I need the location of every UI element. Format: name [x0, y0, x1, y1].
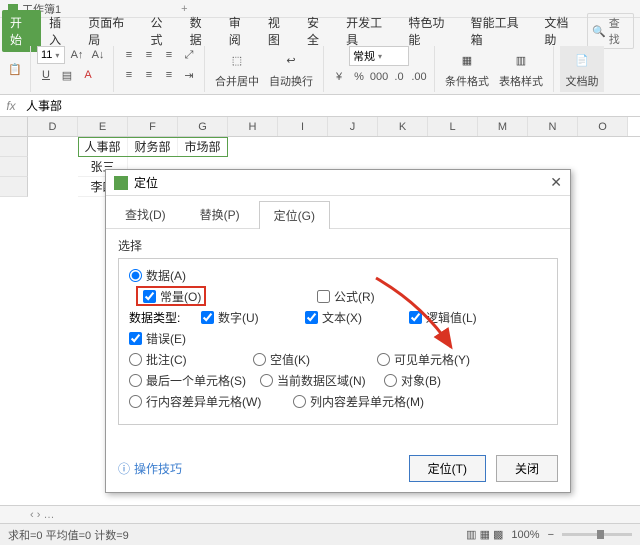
- tips-link[interactable]: ⓘ操作技巧: [118, 460, 182, 477]
- wrap-button[interactable]: ↩自动换行: [265, 46, 317, 92]
- opt-col-diff[interactable]: 列内容差异单元格(M): [293, 393, 443, 410]
- ribbon-tabstrip: 开始 插入 页面布局 公式 数据 审阅 视图 安全 开发工具 特色功能 智能工具…: [0, 18, 640, 44]
- col-header[interactable]: M: [478, 117, 528, 136]
- opt-error[interactable]: 错误(E): [129, 330, 219, 347]
- dialog-footer: ⓘ操作技巧 定位(T) 关闭: [106, 445, 570, 492]
- dialog-tabs: 查找(D) 替换(P) 定位(G): [106, 196, 570, 229]
- opt-row-diff[interactable]: 行内容差异单元格(W): [129, 393, 279, 410]
- align-bot-icon[interactable]: ≡: [160, 46, 178, 64]
- opt-current-region[interactable]: 当前数据区域(N): [260, 372, 370, 389]
- align-top-icon[interactable]: ≡: [120, 46, 138, 64]
- col-header[interactable]: E: [78, 117, 128, 136]
- close-button[interactable]: 关闭: [496, 455, 558, 482]
- ribbon-search[interactable]: 🔍 查找: [587, 13, 634, 49]
- decrease-font-icon[interactable]: A↓: [89, 46, 107, 64]
- search-icon: 🔍: [592, 25, 606, 38]
- cell[interactable]: 人事部: [78, 137, 128, 157]
- merge-button[interactable]: ⬚合并居中: [211, 46, 263, 92]
- currency-icon[interactable]: ¥: [330, 68, 348, 86]
- close-icon[interactable]: ✕: [550, 174, 562, 191]
- opt-comments[interactable]: 批注(C): [129, 351, 239, 368]
- opt-objects[interactable]: 对象(B): [384, 372, 494, 389]
- dialog-tab-find[interactable]: 查找(D): [110, 200, 181, 228]
- info-icon: ⓘ: [118, 460, 130, 477]
- increase-font-icon[interactable]: A↑: [68, 46, 86, 64]
- sheet-tabs[interactable]: ‹ › …: [0, 505, 640, 523]
- col-header[interactable]: O: [578, 117, 628, 136]
- ribbon: 开始 插入 页面布局 公式 数据 审阅 视图 安全 开发工具 特色功能 智能工具…: [0, 18, 640, 95]
- opt-text[interactable]: 文本(X): [305, 309, 395, 326]
- col-header[interactable]: H: [228, 117, 278, 136]
- font-color-icon[interactable]: A: [79, 66, 97, 84]
- dec-dec-icon[interactable]: .00: [410, 68, 428, 86]
- col-header[interactable]: L: [428, 117, 478, 136]
- goto-dialog: 定位 ✕ 查找(D) 替换(P) 定位(G) 选择 数据(A) 常量(O) 公式…: [105, 169, 571, 493]
- options-fieldset: 数据(A) 常量(O) 公式(R) 数据类型: 数字(U) 文本(X) 逻辑值(…: [118, 258, 558, 425]
- select-all-corner[interactable]: [0, 117, 28, 136]
- zoom-value: 100%: [511, 529, 539, 541]
- dec-inc-icon[interactable]: .0: [390, 68, 408, 86]
- row-header[interactable]: [0, 177, 28, 197]
- align-mid-icon[interactable]: ≡: [140, 46, 158, 64]
- dialog-tab-replace[interactable]: 替换(P): [185, 200, 255, 228]
- column-headers: D E F G H I J K L M N O: [0, 117, 640, 137]
- zoom-out-icon[interactable]: −: [548, 529, 554, 541]
- row-header[interactable]: [0, 137, 28, 157]
- percent-icon[interactable]: %: [350, 68, 368, 86]
- cell[interactable]: 市场部: [178, 137, 228, 157]
- opt-logical[interactable]: 逻辑值(L): [409, 309, 499, 326]
- align-left-icon[interactable]: ≡: [120, 66, 138, 84]
- col-header[interactable]: N: [528, 117, 578, 136]
- fx-icon: fx: [0, 99, 22, 113]
- comma-icon[interactable]: 000: [370, 68, 388, 86]
- status-text: 求和=0 平均值=0 计数=9: [8, 527, 129, 543]
- view-icons[interactable]: ▥ ▦ ▩: [466, 528, 503, 541]
- opt-constants[interactable]: 常量(O): [143, 288, 233, 305]
- formula-bar: fx 人事部: [0, 95, 640, 117]
- indent-icon[interactable]: ⇥: [180, 66, 198, 84]
- opt-data[interactable]: 数据(A): [129, 267, 219, 284]
- col-header[interactable]: G: [178, 117, 228, 136]
- search-label: 查找: [609, 15, 629, 47]
- col-header[interactable]: D: [28, 117, 78, 136]
- dialog-icon: [114, 176, 128, 190]
- cond-format-button[interactable]: ▦条件格式: [441, 46, 493, 92]
- cell[interactable]: 财务部: [128, 137, 178, 157]
- number-format-combo[interactable]: 常规▾: [349, 46, 409, 66]
- paste-icon[interactable]: 📋: [6, 60, 24, 78]
- status-bar: 求和=0 平均值=0 计数=9 ▥ ▦ ▩ 100% −: [0, 523, 640, 545]
- font-size-combo[interactable]: 11▾: [37, 46, 65, 64]
- section-label: 选择: [118, 237, 558, 254]
- align-center-icon[interactable]: ≡: [140, 66, 158, 84]
- types-label: 数据类型:: [129, 309, 187, 326]
- ok-button[interactable]: 定位(T): [409, 455, 486, 482]
- formula-input[interactable]: 人事部: [22, 95, 640, 116]
- opt-visible[interactable]: 可见单元格(Y): [377, 351, 487, 368]
- col-header[interactable]: J: [328, 117, 378, 136]
- opt-lastcell[interactable]: 最后一个单元格(S): [129, 372, 246, 389]
- underline-icon[interactable]: U: [37, 66, 55, 84]
- align-right-icon[interactable]: ≡: [160, 66, 178, 84]
- col-header[interactable]: F: [128, 117, 178, 136]
- dialog-titlebar[interactable]: 定位 ✕: [106, 170, 570, 196]
- fill-color-icon[interactable]: ▤: [58, 66, 76, 84]
- orient-icon[interactable]: ⤢: [180, 46, 198, 64]
- dialog-tab-goto[interactable]: 定位(G): [259, 201, 330, 229]
- opt-number[interactable]: 数字(U): [201, 309, 291, 326]
- doc-help-button[interactable]: 📄文档助: [560, 46, 604, 92]
- opt-formulas[interactable]: 公式(R): [317, 288, 407, 305]
- opt-blanks[interactable]: 空值(K): [253, 351, 363, 368]
- zoom-slider[interactable]: [562, 533, 632, 536]
- row-header[interactable]: [0, 157, 28, 177]
- dialog-title: 定位: [134, 174, 158, 191]
- table-style-button[interactable]: ▥表格样式: [495, 46, 547, 92]
- row-headers: [0, 137, 28, 197]
- col-header[interactable]: I: [278, 117, 328, 136]
- ribbon-tools: 📋 11▾ A↑ A↓ U ▤ A ≡ ≡ ≡ ⤢ ≡ ≡: [0, 44, 640, 94]
- col-header[interactable]: K: [378, 117, 428, 136]
